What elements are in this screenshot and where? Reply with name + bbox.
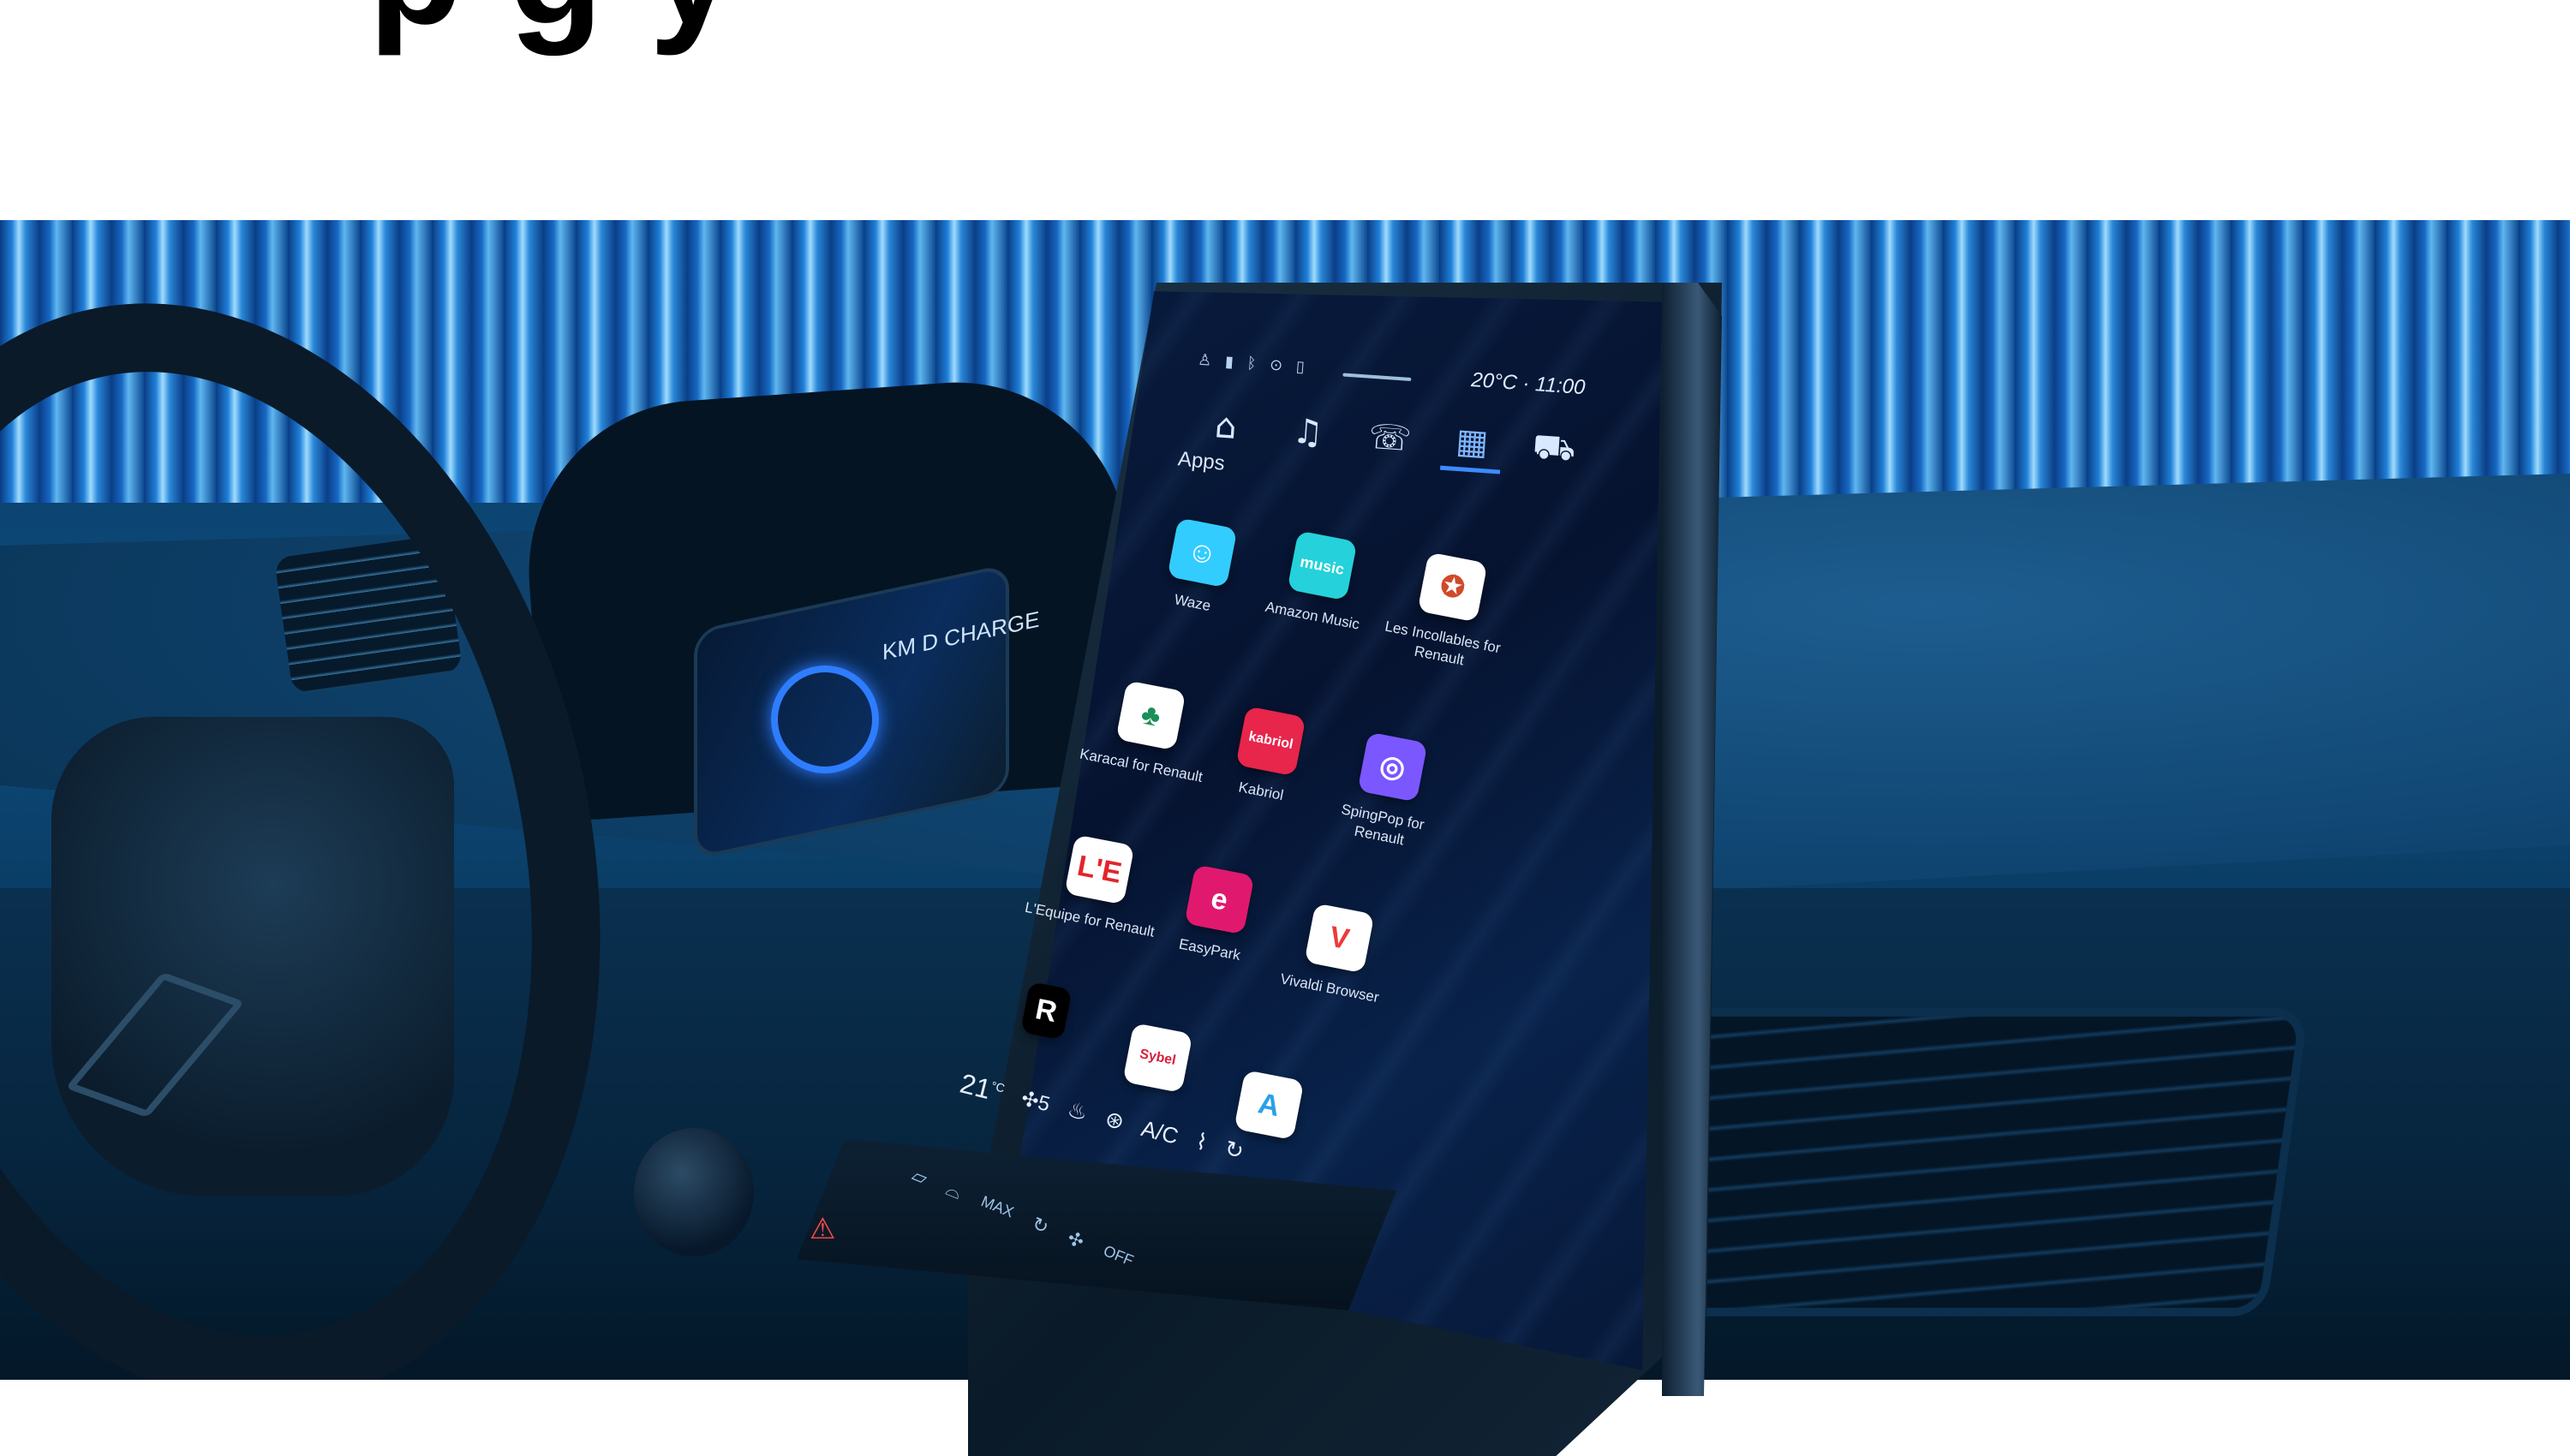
status-time: 11:00: [1534, 373, 1587, 400]
recirculation-icon[interactable]: ↻: [1222, 1136, 1246, 1165]
cluster-readout-gear: D: [922, 627, 939, 657]
status-temp-time: 20°C · 11:00: [1470, 368, 1586, 400]
karacal-icon: ♣: [1115, 680, 1186, 751]
person-icon: ♙: [1197, 350, 1217, 371]
seat-heat-icon[interactable]: ♨: [1065, 1097, 1091, 1127]
apps-grid-icon[interactable]: ▦: [1440, 414, 1504, 474]
status-temperature: 20°C: [1470, 367, 1518, 395]
hazard-icon[interactable]: ⚠: [810, 1212, 835, 1246]
home-icon[interactable]: ⌂: [1194, 399, 1258, 455]
cluster-dial: [771, 665, 879, 773]
phone-icon[interactable]: ☏: [1358, 410, 1421, 466]
gear-selector-stalk: [634, 1128, 754, 1256]
climate-temperature[interactable]: 21°C: [957, 1067, 1007, 1108]
signal-icon: ▮: [1224, 352, 1239, 372]
apps-section-title: Apps: [1176, 447, 1227, 475]
status-slider: [1342, 373, 1412, 382]
fan-speed[interactable]: ✣5: [1019, 1086, 1052, 1117]
steering-wheel-hub: [51, 717, 454, 1196]
amazon-music-icon: music: [1287, 530, 1358, 601]
steering-heat-icon[interactable]: ⊛: [1103, 1107, 1127, 1136]
sybel-icon: Sybel: [1122, 1023, 1193, 1094]
location-icon: ⊙: [1269, 355, 1288, 375]
spingpop-icon: ◎: [1357, 731, 1428, 803]
bluetooth-icon: ᛒ: [1246, 354, 1262, 373]
phone-icon: ▯: [1295, 357, 1310, 377]
renault-app-icon: R: [1020, 981, 1073, 1041]
vivaldi-icon: V: [1304, 903, 1375, 974]
ac-button[interactable]: A/C: [1139, 1115, 1180, 1150]
easypark-icon: e: [1184, 864, 1255, 935]
kabriol-icon: kabriol: [1235, 706, 1306, 777]
climate-temperature-value: 21: [957, 1067, 995, 1105]
music-icon[interactable]: ♫: [1276, 404, 1340, 460]
status-icons: ♙ ▮ ᛒ ⊙ ▯: [1198, 351, 1310, 377]
headline-strip: p g y: [0, 0, 2570, 220]
status-separator: ·: [1521, 372, 1531, 396]
waze-icon: ☺: [1167, 517, 1238, 588]
headline: p g y: [368, 0, 737, 59]
car-icon[interactable]: ⛟: [1522, 422, 1586, 478]
climate-temperature-unit: °C: [989, 1077, 1007, 1095]
lequipe-icon: L'E: [1064, 834, 1135, 905]
les-incollables-icon: ✪: [1417, 552, 1488, 623]
defrost-icon[interactable]: ⌇: [1193, 1129, 1210, 1156]
